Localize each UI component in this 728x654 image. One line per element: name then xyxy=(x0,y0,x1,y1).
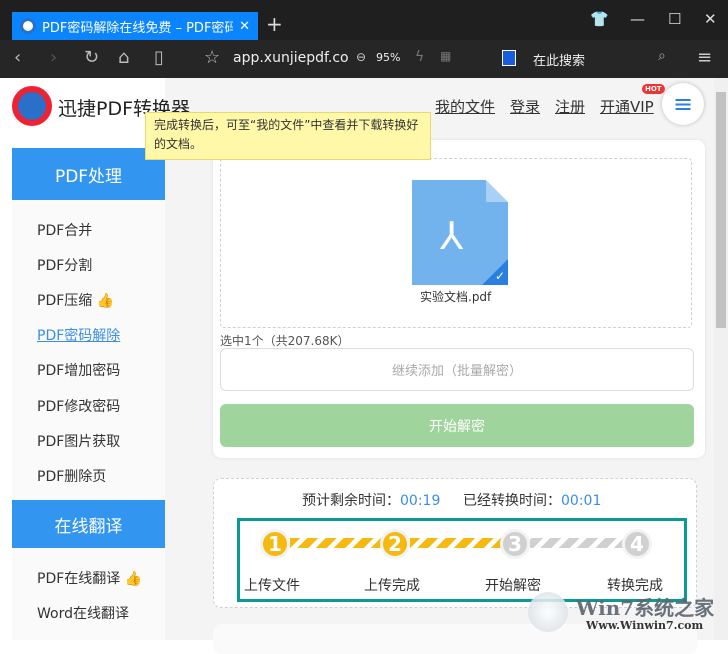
sidebar-item-add-password[interactable]: PDF增加密码 xyxy=(37,360,120,380)
search-input[interactable]: 在此搜索 xyxy=(533,50,585,69)
start-unlock-button[interactable]: 开始解密 xyxy=(220,404,694,447)
elapsed-label: 已经转换时间： xyxy=(463,493,561,509)
thumbs-up-icon: 👍 xyxy=(124,571,143,587)
nav-register[interactable]: 注册 xyxy=(555,96,585,117)
search-icon[interactable]: ⌕ xyxy=(658,48,666,64)
sidebar-item-extract-images[interactable]: PDF图片获取 xyxy=(37,431,120,451)
menu-icon[interactable]: ≡ xyxy=(697,47,712,68)
sidebar-item-label: PDF压缩 xyxy=(37,293,93,309)
elapsed-value: 00:01 xyxy=(561,493,602,509)
pdf-file-icon: ⅄ ✓ xyxy=(412,180,508,285)
nav-vip[interactable]: 开通VIP xyxy=(600,96,654,117)
watermark-logo-icon xyxy=(528,592,568,632)
scrollbar-thumb[interactable] xyxy=(716,92,726,328)
tab-title: PDF密码解除在线免费 – PDF密码移除 xyxy=(42,20,234,36)
sidebar-item-change-password[interactable]: PDF修改密码 xyxy=(37,396,120,416)
sidebar-item-word-translate[interactable]: Word在线翻译 xyxy=(37,603,129,623)
home-icon[interactable]: ⌂ xyxy=(118,48,129,68)
reader-icon[interactable]: ▯ xyxy=(154,48,164,68)
step-3-label: 开始解密 xyxy=(485,578,541,594)
close-window-button[interactable]: ✕ xyxy=(704,10,717,28)
hamburger-menu-button[interactable]: ≡ xyxy=(662,83,704,125)
remaining-value: 00:19 xyxy=(400,493,441,509)
favorite-star-icon[interactable]: ☆ xyxy=(204,48,220,68)
skin-icon[interactable]: 👕 xyxy=(590,10,609,28)
watermark-url: Www.Winwin7.com xyxy=(586,619,704,632)
sidebar-item-split[interactable]: PDF分割 xyxy=(37,255,92,275)
step-connector-1 xyxy=(290,538,382,548)
logo-icon xyxy=(12,86,52,126)
maximize-button[interactable]: ☐ xyxy=(668,10,681,28)
sidebar-item-merge[interactable]: PDF合并 xyxy=(37,220,92,240)
qr-code-icon[interactable]: ▦ xyxy=(440,49,451,63)
sidebar-item-pdf-translate[interactable]: PDF在线翻译 👍 xyxy=(37,568,142,588)
back-icon[interactable]: ‹ xyxy=(14,48,21,68)
sidebar-item-compress[interactable]: PDF压缩 👍 xyxy=(37,290,114,310)
zoom-icon[interactable]: ⊖ xyxy=(356,50,366,64)
tooltip: 完成转换后，可至“我的文件”中查看并下载转换好的文档。 xyxy=(145,112,431,160)
remaining-time: 预计剩余时间：00:19 xyxy=(302,490,440,510)
forward-icon[interactable]: › xyxy=(50,48,57,68)
minimize-button[interactable]: — xyxy=(630,10,645,28)
sidebar-item-label: PDF在线翻译 xyxy=(37,571,121,587)
sidebar-item-unlock[interactable]: PDF密码解除 xyxy=(37,325,120,345)
step-4-icon: 4 xyxy=(622,529,652,559)
nav-login[interactable]: 登录 xyxy=(510,96,540,117)
reload-icon[interactable]: ↻ xyxy=(84,48,99,68)
sidebar-section-translate: 在线翻译 xyxy=(12,500,165,548)
thumbs-up-icon: 👍 xyxy=(96,293,115,309)
step-1-label: 上传文件 xyxy=(244,578,300,594)
check-icon: ✓ xyxy=(494,269,505,283)
step-connector-3 xyxy=(530,538,625,548)
watermark-text: Win7系统之家 xyxy=(576,596,715,620)
sidebar-section-pdf: PDF处理 xyxy=(12,148,165,200)
elapsed-time: 已经转换时间：00:01 xyxy=(463,490,601,510)
step-1-icon: 1 xyxy=(260,529,290,559)
nav-my-files[interactable]: 我的文件 xyxy=(435,96,495,117)
step-2-label: 上传完成 xyxy=(364,578,420,594)
address-bar[interactable]: app.xunjiepdf.co xyxy=(233,50,349,66)
new-tab-button[interactable]: + xyxy=(266,12,283,36)
close-tab-icon[interactable]: ✕ xyxy=(239,19,258,34)
step-3-icon: 3 xyxy=(500,529,530,559)
sidebar: PDF处理 PDF合并 PDF分割 PDF压缩 👍 PDF密码解除 PDF增加密… xyxy=(12,148,165,640)
baidu-icon[interactable] xyxy=(502,50,516,66)
hot-badge: HOT xyxy=(642,84,665,94)
sidebar-item-delete-pages[interactable]: PDF删除页 xyxy=(37,466,106,486)
step-connector-2 xyxy=(410,538,502,548)
zoom-level[interactable]: 95% xyxy=(376,51,400,64)
selected-count: 选中1个（共207.68K） xyxy=(220,334,350,348)
flash-icon[interactable]: ϟ xyxy=(415,49,424,65)
browser-tab[interactable]: PDF密码解除在线免费 – PDF密码移除 ✕ xyxy=(12,12,258,40)
step-2-icon: 2 xyxy=(380,529,410,559)
remaining-label: 预计剩余时间： xyxy=(302,493,400,509)
file-name: 实验文档.pdf xyxy=(420,290,492,304)
site-favicon-icon xyxy=(20,18,36,34)
add-more-button[interactable]: 继续添加（批量解密） xyxy=(220,348,694,391)
